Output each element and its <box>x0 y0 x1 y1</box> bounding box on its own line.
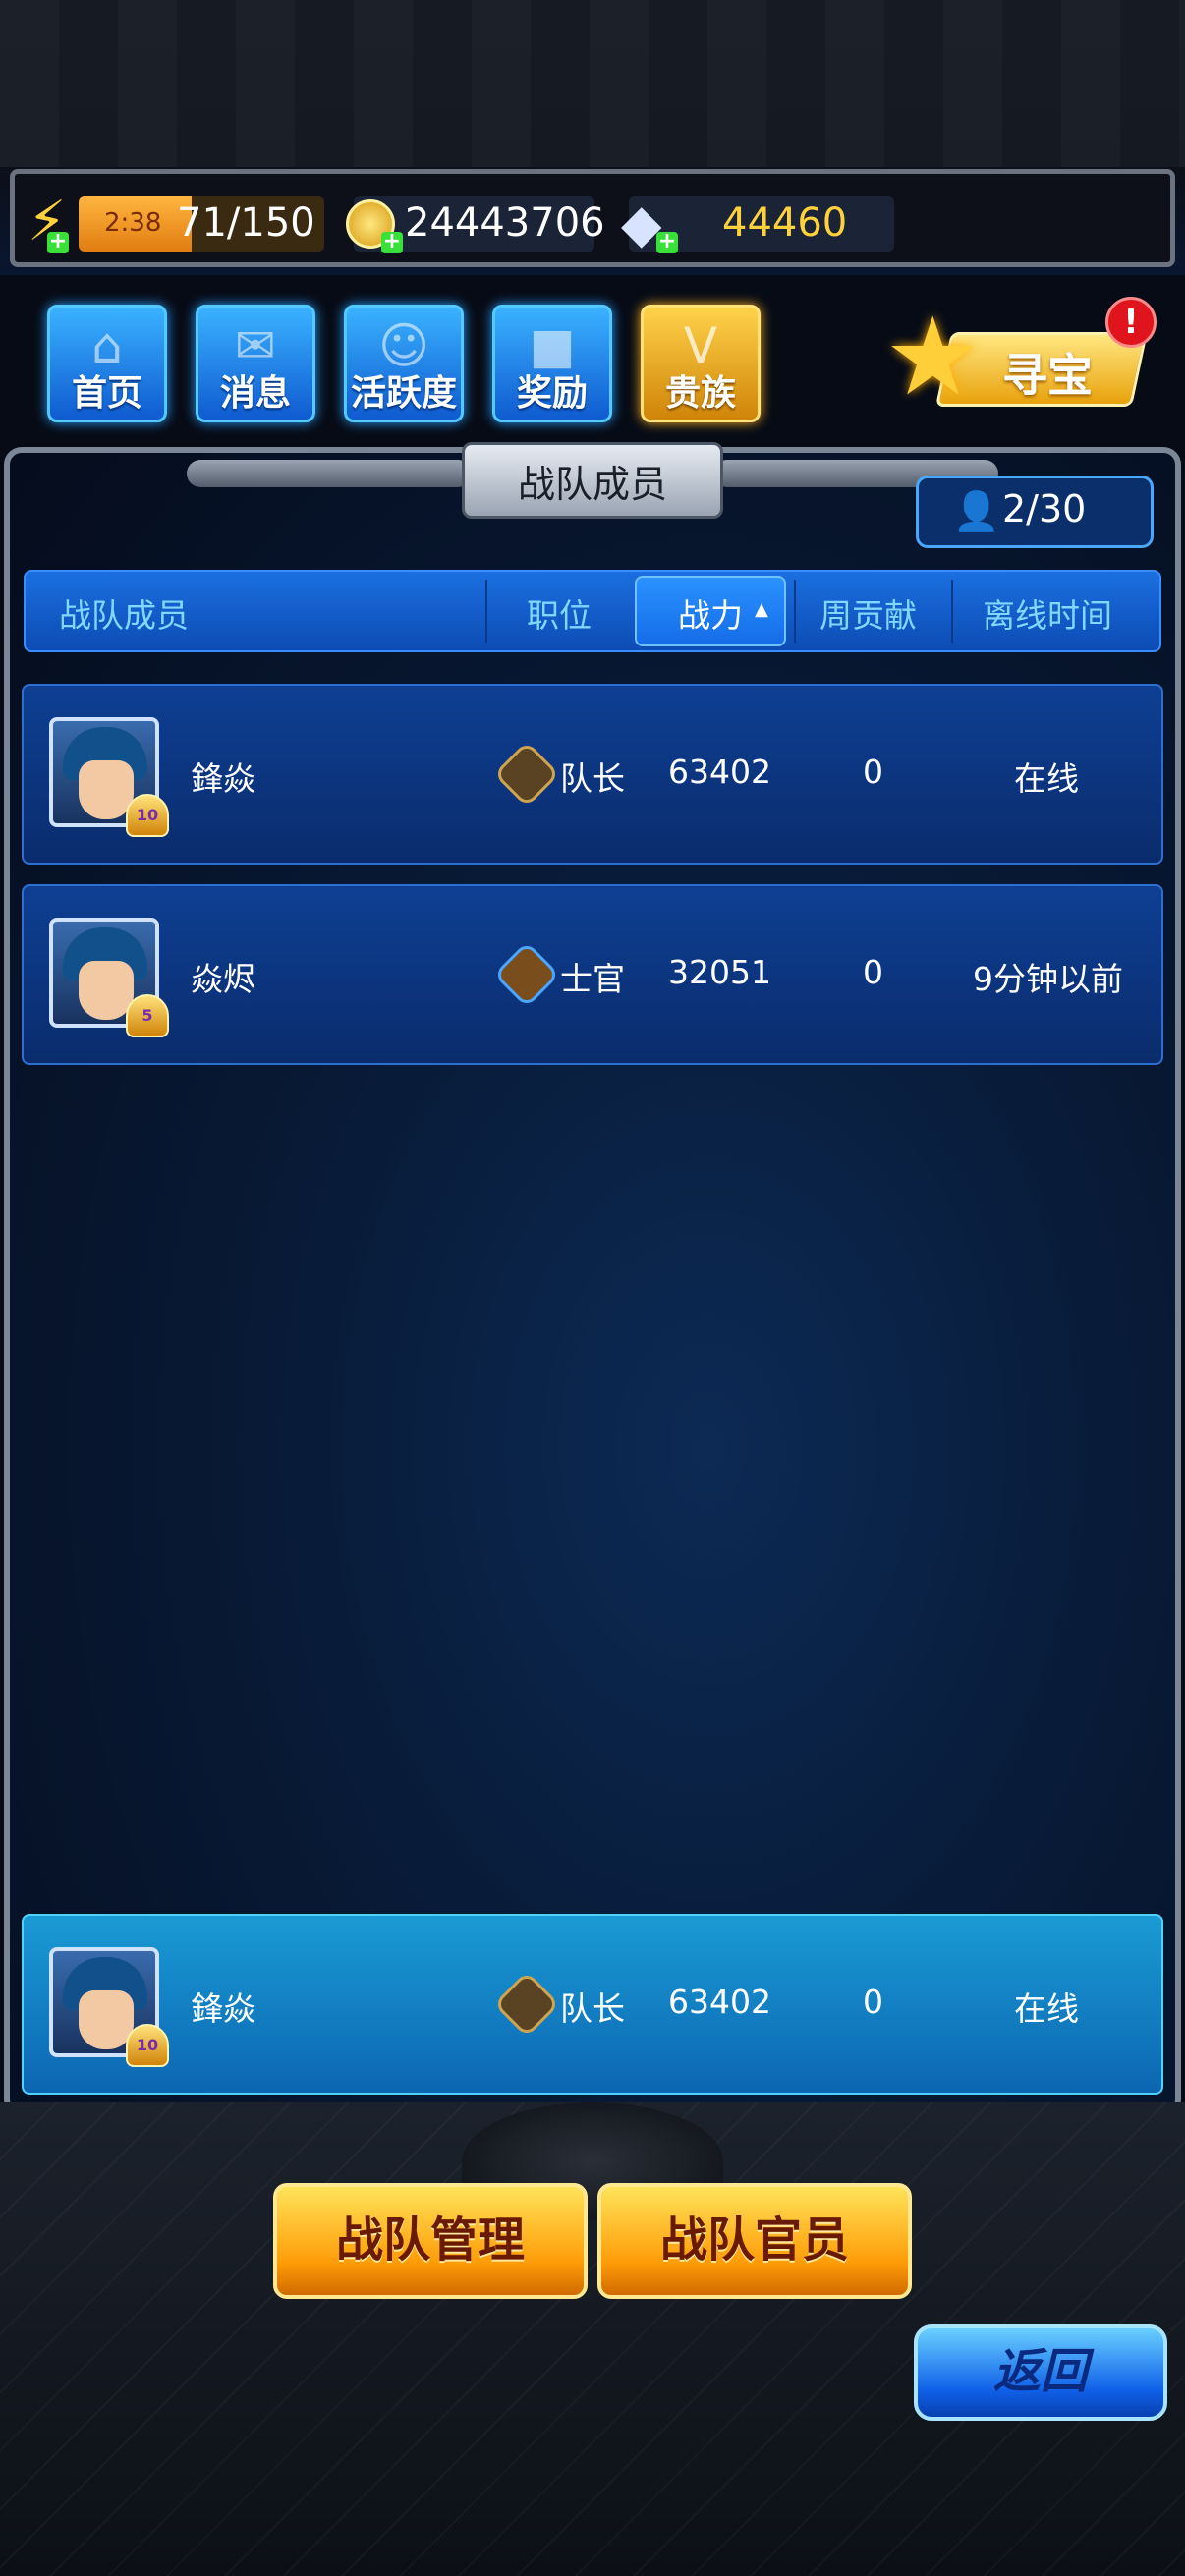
sort-arrow-icon: ▲ <box>755 599 768 620</box>
top-frame-plate <box>0 0 1185 167</box>
team-manage-button[interactable]: 战队管理 <box>273 2183 588 2299</box>
gem-value: 44460 <box>722 200 848 246</box>
nav-messages-button[interactable]: ✉ 消息 <box>196 305 315 422</box>
member-position: 队长 <box>560 1989 625 2028</box>
member-contribution: 0 <box>863 753 883 791</box>
panel-title: 战队成员 <box>517 463 667 506</box>
member-position: 队长 <box>560 759 625 798</box>
vip-badge: 5 <box>126 994 169 1037</box>
treasure-hunt-button[interactable]: ★ 寻宝 ! <box>884 294 1157 420</box>
coin-plus-icon[interactable]: + <box>381 231 403 253</box>
nav-rewards-label: 奖励 <box>516 373 588 414</box>
member-position: 士官 <box>560 960 625 998</box>
person-icon: 👤 <box>953 489 1000 532</box>
nav-vip-label: 贵族 <box>664 373 736 414</box>
nav-rewards-button[interactable]: ■ 奖励 <box>492 305 612 422</box>
nav-messages-label: 消息 <box>219 373 291 414</box>
nav-vip-button[interactable]: V 贵族 <box>641 305 761 422</box>
header-power[interactable]: 战力 <box>678 589 743 637</box>
member-power: 63402 <box>668 753 771 791</box>
treasure-label: 寻宝 <box>1002 349 1093 402</box>
member-power: 32051 <box>668 953 771 991</box>
header-position[interactable]: 职位 <box>527 589 592 637</box>
nav-activity-label: 活跃度 <box>350 373 457 414</box>
energy-timer: 2:38 <box>104 208 162 238</box>
jet-star-icon: ★ <box>884 294 982 420</box>
alert-badge: ! <box>1105 297 1157 348</box>
header-divider <box>951 580 953 643</box>
header-contribution[interactable]: 周贡献 <box>819 589 917 637</box>
team-officers-button[interactable]: 战队官员 <box>597 2183 912 2299</box>
member-name: 鋒焱 <box>191 759 255 798</box>
energy-plus-icon[interactable]: + <box>47 231 69 253</box>
nav-activity-button[interactable]: ☺ 活跃度 <box>344 305 464 422</box>
member-power: 63402 <box>668 1983 771 2021</box>
energy-value: 71/150 <box>177 200 315 246</box>
back-button[interactable]: 返回 <box>914 2324 1167 2421</box>
nav-home-button[interactable]: ⌂ 首页 <box>47 305 167 422</box>
vip-badge: 10 <box>126 2024 169 2067</box>
member-name: 鋒焱 <box>191 1989 255 2028</box>
gem-plus-icon[interactable]: + <box>656 231 678 253</box>
coin-value: 24443706 <box>405 200 605 246</box>
member-offline: 在线 <box>1014 1989 1079 2028</box>
member-name: 焱烬 <box>191 960 255 998</box>
vip-badge: 10 <box>126 794 169 837</box>
title-wing-left <box>187 460 472 487</box>
header-offline[interactable]: 离线时间 <box>983 589 1112 637</box>
header-member[interactable]: 战队成员 <box>59 589 189 637</box>
header-divider <box>794 580 796 643</box>
member-offline: 9分钟以前 <box>973 960 1123 998</box>
member-offline: 在线 <box>1014 759 1079 798</box>
nav-home-label: 首页 <box>71 373 142 414</box>
header-divider <box>485 580 487 643</box>
member-contribution: 0 <box>863 1983 883 2021</box>
member-contribution: 0 <box>863 953 883 991</box>
member-count: 2/30 <box>1002 487 1087 531</box>
